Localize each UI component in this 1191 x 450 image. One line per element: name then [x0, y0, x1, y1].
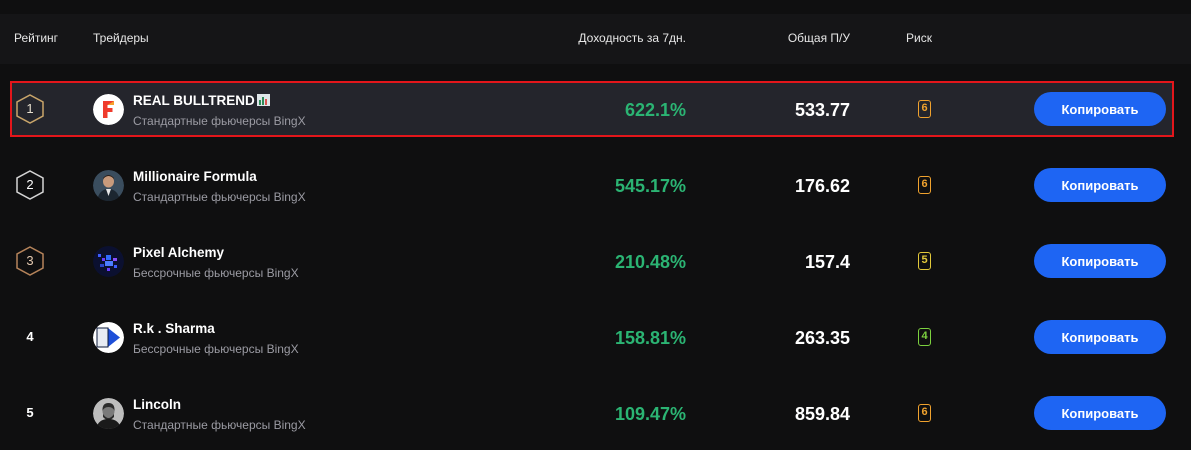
rank-badge-silver: 2 — [16, 170, 44, 200]
trader-name[interactable]: Pixel Alchemy — [133, 245, 224, 260]
f-logo-avatar[interactable] — [93, 94, 124, 125]
header-traders: Трейдеры — [93, 31, 149, 45]
pixel-avatar[interactable] — [93, 246, 124, 277]
trader-market: Стандартные фьючерсы BingX — [133, 114, 306, 128]
rank-badge-gold: 1 — [16, 94, 44, 124]
yield-7d: 158.81% — [614, 328, 686, 348]
rank-number: 2 — [26, 177, 34, 192]
portrait-avatar[interactable] — [93, 398, 124, 429]
trader-market: Бессрочные фьючерсы BingX — [133, 342, 299, 356]
total-pnl: 157.4 — [804, 252, 850, 272]
risk-badge: 4 — [918, 328, 931, 346]
chart-flag-icon — [256, 94, 270, 106]
risk-badge: 6 — [918, 404, 931, 422]
copy-button[interactable]: Копировать — [1034, 320, 1166, 354]
trader-name[interactable]: REAL BULLTREND — [133, 93, 270, 108]
trader-name[interactable]: Millionaire Formula — [133, 169, 257, 184]
table-row[interactable]: 3 Pixel Alchemy Бессрочные фьючерсы Bing… — [0, 231, 1191, 293]
risk-badge: 6 — [918, 100, 931, 118]
row-highlight-frame — [10, 81, 1174, 137]
copy-button[interactable]: Копировать — [1034, 396, 1166, 430]
risk-badge: 5 — [918, 252, 931, 270]
yield-7d: 545.17% — [614, 176, 686, 196]
trader-market: Стандартные фьючерсы BingX — [133, 190, 306, 204]
trader-market: Стандартные фьючерсы BingX — [133, 418, 306, 432]
header-rank: Рейтинг — [14, 31, 59, 45]
risk-badge: 6 — [918, 176, 931, 194]
person-avatar[interactable] — [93, 170, 124, 201]
rank-number: 3 — [26, 253, 34, 268]
total-pnl: 859.84 — [794, 404, 850, 424]
total-pnl: 176.62 — [794, 176, 850, 196]
yield-7d: 109.47% — [614, 404, 686, 424]
table-row[interactable]: 2 Millionaire Formula Стандартные фьючер… — [0, 155, 1191, 217]
yield-7d: 210.48% — [614, 252, 686, 272]
table-header: Рейтинг Трейдеры Доходность за 7дн. Обща… — [0, 14, 1191, 64]
rank-badge-bronze: 3 — [16, 246, 44, 276]
table-row[interactable]: 1 REAL BULLTREND Стандартные фьючерсы Bi… — [0, 81, 1191, 143]
copy-button[interactable]: Копировать — [1034, 168, 1166, 202]
copy-button[interactable]: Копировать — [1034, 244, 1166, 278]
play-logo-avatar[interactable] — [93, 322, 124, 353]
header-risk[interactable]: Риск — [906, 31, 932, 45]
header-yield[interactable]: Доходность за 7дн. — [578, 31, 686, 45]
rank-number: 1 — [26, 101, 34, 116]
table-row[interactable]: 5 Lincoln Стандартные фьючерсы BingX 109… — [0, 383, 1191, 445]
total-pnl: 533.77 — [794, 100, 850, 120]
total-pnl: 263.35 — [794, 328, 850, 348]
header-pnl[interactable]: Общая П/У — [788, 31, 850, 45]
trader-name[interactable]: Lincoln — [133, 397, 181, 412]
rank-number: 4 — [26, 329, 34, 344]
table-row[interactable]: 4 R.k . Sharma Бессрочные фьючерсы BingX… — [0, 307, 1191, 369]
yield-7d: 622.1% — [624, 100, 686, 120]
copy-button[interactable]: Копировать — [1034, 92, 1166, 126]
trader-market: Бессрочные фьючерсы BingX — [133, 266, 299, 280]
rank-number: 5 — [26, 405, 34, 420]
trader-name[interactable]: R.k . Sharma — [133, 321, 215, 336]
